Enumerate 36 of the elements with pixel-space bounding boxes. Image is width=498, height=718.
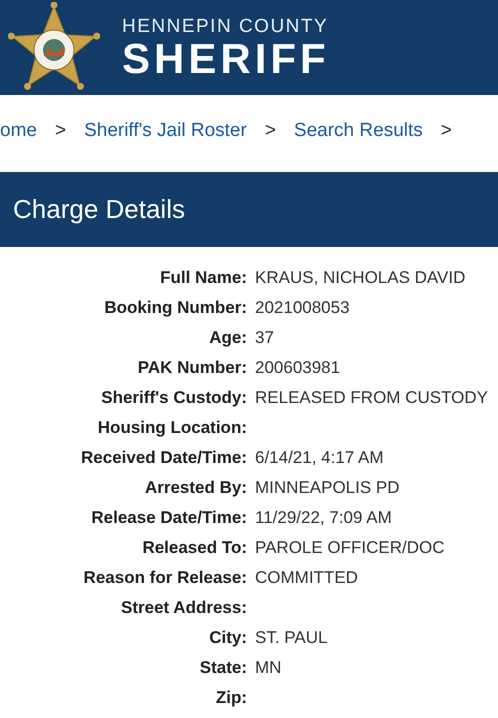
field-label: Reason for Release: — [82, 567, 247, 589]
field-label: Booking Number: — [103, 297, 247, 319]
field-label: City: — [208, 627, 247, 649]
breadcrumb-link[interactable]: ome — [0, 120, 37, 142]
field-label: Full Name: — [159, 267, 247, 289]
field-value: 37 — [255, 327, 275, 349]
field-label: Received Date/Time: — [80, 447, 247, 469]
field-label: Age: — [208, 327, 247, 349]
field-value: COMMITTED — [255, 567, 359, 589]
field-label: Release Date/Time: — [90, 507, 247, 529]
breadcrumb-link[interactable]: Search Results — [294, 120, 423, 142]
breadcrumb-separator: > — [440, 120, 452, 142]
field-label: Arrested By: — [144, 477, 247, 499]
field-value: 200603981 — [255, 357, 342, 379]
field-label: Housing Location: — [96, 417, 247, 439]
field-label: Sheriff's Custody: — [100, 387, 247, 409]
field-value: MINNEAPOLIS PD — [255, 477, 401, 499]
field-label: PAK Number: — [136, 357, 247, 379]
field-value: 6/14/21, 4:17 AM — [255, 447, 385, 469]
field-label: Released To: — [141, 537, 247, 559]
field-label: Street Address: — [120, 597, 247, 619]
section-title: Charge Details — [13, 194, 185, 225]
field-value: PAROLE OFFICER/DOC — [255, 537, 446, 559]
field-label: Zip: — [214, 687, 247, 709]
county-name: HENNEPIN COUNTY — [122, 16, 330, 38]
breadcrumb-separator: > — [264, 120, 276, 142]
field-value: MN — [255, 657, 282, 679]
field-value: 11/29/22, 7:09 AM — [255, 507, 393, 529]
breadcrumb-separator: > — [54, 120, 66, 142]
site-title: SHERIFF — [122, 38, 330, 80]
field-value: 2021008053 — [255, 297, 351, 319]
field-value: KRAUS, NICHOLAS DAVID — [255, 267, 466, 289]
field-label: State: — [198, 657, 247, 679]
breadcrumb-link[interactable]: Sheriff's Jail Roster — [84, 120, 247, 142]
field-value: ST. PAUL — [255, 627, 328, 649]
field-value: RELEASED FROM CUSTODY — [255, 387, 490, 409]
